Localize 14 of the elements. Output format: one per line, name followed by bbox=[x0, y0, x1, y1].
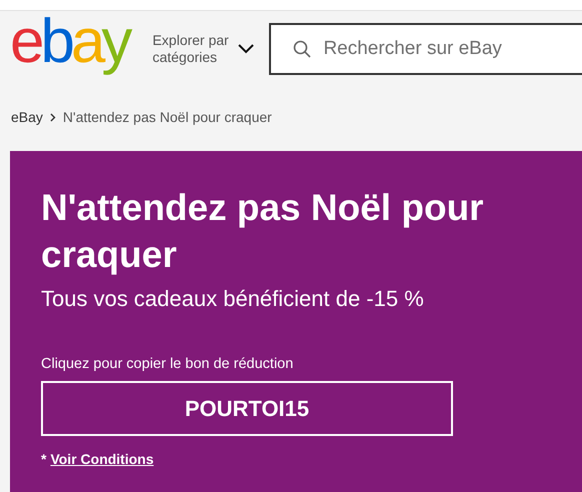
categories-button[interactable]: Explorer par catégories bbox=[152, 32, 254, 66]
chevron-right-icon bbox=[50, 112, 56, 122]
coupon-label: Cliquez pour copier le bon de réduction bbox=[41, 356, 294, 372]
breadcrumb-current: N'attendez pas Noël pour craquer bbox=[62, 109, 272, 125]
ebay-logo[interactable]: ebay bbox=[10, 6, 136, 78]
banner-subtitle: Tous vos cadeaux bénéficient de -15 % bbox=[41, 286, 425, 312]
chevron-down-icon bbox=[238, 44, 254, 54]
asterisk: * bbox=[41, 451, 46, 467]
breadcrumb-link[interactable]: eBay bbox=[11, 109, 43, 125]
conditions-link[interactable]: Voir Conditions bbox=[50, 451, 154, 467]
search-icon bbox=[293, 40, 312, 58]
coupon-code-button[interactable]: POURTOI15 bbox=[41, 381, 453, 436]
banner-title: N'attendez pas Noël pour craquer bbox=[41, 186, 485, 277]
search-field[interactable]: Rechercher sur eBay bbox=[269, 23, 582, 75]
